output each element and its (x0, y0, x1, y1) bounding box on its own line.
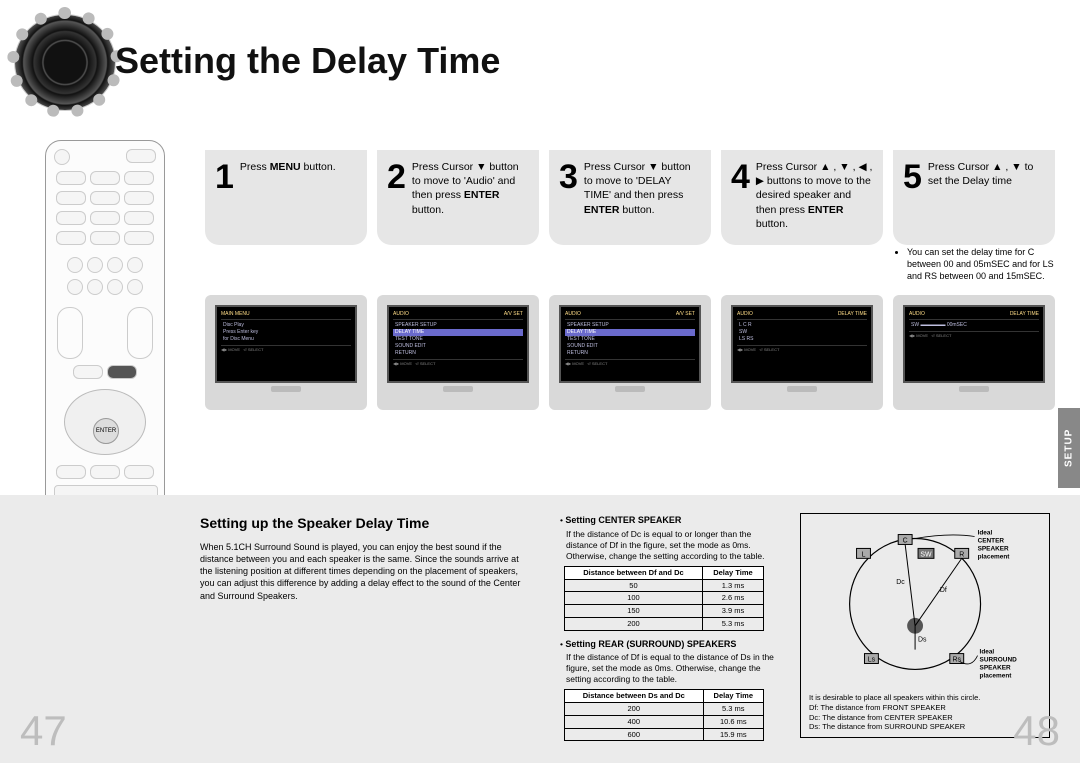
step-text: Press Cursor ▲ , ▼ , ◀ , ▶ buttons to mo… (756, 160, 873, 231)
step-number: 2 (387, 160, 406, 231)
svg-text:Rs: Rs (953, 657, 962, 664)
screens-row: MAIN MENUDisc PlayPress Enter keyfor Dis… (205, 295, 1065, 410)
svg-text:Df: Df (940, 587, 947, 594)
page-title: Setting the Delay Time (115, 40, 500, 82)
tv-screenshot-2: AUDIOA/V SETSPEAKER SETUPDELAY TIMETEST … (377, 295, 539, 410)
step-4: 4 Press Cursor ▲ , ▼ , ◀ , ▶ buttons to … (721, 150, 883, 245)
center-delay-table: Distance between Df and DcDelay Time501.… (564, 566, 764, 631)
speaker-icon (15, 15, 115, 110)
svg-text:IdealCENTERSPEAKERplacement: IdealCENTERSPEAKERplacement (978, 530, 1011, 561)
step-1: 1 Press MENU button. (205, 150, 367, 245)
svg-text:Ds: Ds (918, 637, 927, 644)
svg-text:Dc: Dc (896, 579, 905, 586)
center-rear-column: • Setting CENTER SPEAKER If the distance… (560, 515, 785, 749)
svg-text:R: R (959, 551, 964, 558)
page-number-left: 47 (20, 707, 67, 755)
tv-screenshot-1: MAIN MENUDisc PlayPress Enter keyfor Dis… (205, 295, 367, 410)
step-text: Press Cursor ▼ button to move to 'Audio'… (412, 160, 529, 231)
step-2: 2 Press Cursor ▼ button to move to 'Audi… (377, 150, 539, 245)
step-number: 5 (903, 160, 922, 231)
step-3: 3 Press Cursor ▼ button to move to 'DELA… (549, 150, 711, 245)
setup-tab: SETUP (1058, 408, 1080, 488)
speaker-placement-diagram: L C SW R Ls Rs Dc Df Ds IdealCENTERSPEAK… (800, 513, 1050, 738)
tv-screenshot-4: AUDIODELAY TIMEL C R SWLS RS◀▶ MOVE ⏎ SE… (721, 295, 883, 410)
tv-screenshot-5: AUDIODELAY TIMESW ▬▬▬▬▬ 00mSEC◀▶ MOVE ⏎ … (893, 295, 1055, 410)
steps-row: 1 Press MENU button. 2 Press Cursor ▼ bu… (205, 150, 1065, 245)
svg-text:L: L (862, 551, 866, 558)
step-number: 1 (215, 160, 234, 231)
svg-text:C: C (903, 537, 908, 544)
tv-screenshot-3: AUDIOA/V SETSPEAKER SETUPDELAY TIMETEST … (549, 295, 711, 410)
page-number-right: 48 (1013, 707, 1060, 755)
step-text: Press Cursor ▼ button to move to 'DELAY … (584, 160, 701, 231)
svg-text:IdealSURROUNDSPEAKERplacement: IdealSURROUNDSPEAKERplacement (980, 649, 1018, 680)
svg-text:Ls: Ls (868, 657, 876, 664)
rear-delay-table: Distance between Ds and DcDelay Time2005… (564, 689, 764, 741)
step-5: 5 Press Cursor ▲ , ▼ to set the Delay ti… (893, 150, 1055, 245)
step-number: 3 (559, 160, 578, 231)
note-text: You can set the delay time for C between… (893, 242, 1059, 286)
lower-heading: Setting up the Speaker Delay Time (200, 515, 429, 531)
step-number: 4 (731, 160, 750, 231)
svg-text:SW: SW (920, 551, 932, 558)
step-text: Press MENU button. (240, 160, 336, 231)
lower-paragraph: When 5.1CH Surround Sound is played, you… (200, 541, 530, 602)
lower-section: Setting up the Speaker Delay Time When 5… (0, 495, 1080, 763)
step-text: Press Cursor ▲ , ▼ to set the Delay time (928, 160, 1045, 231)
